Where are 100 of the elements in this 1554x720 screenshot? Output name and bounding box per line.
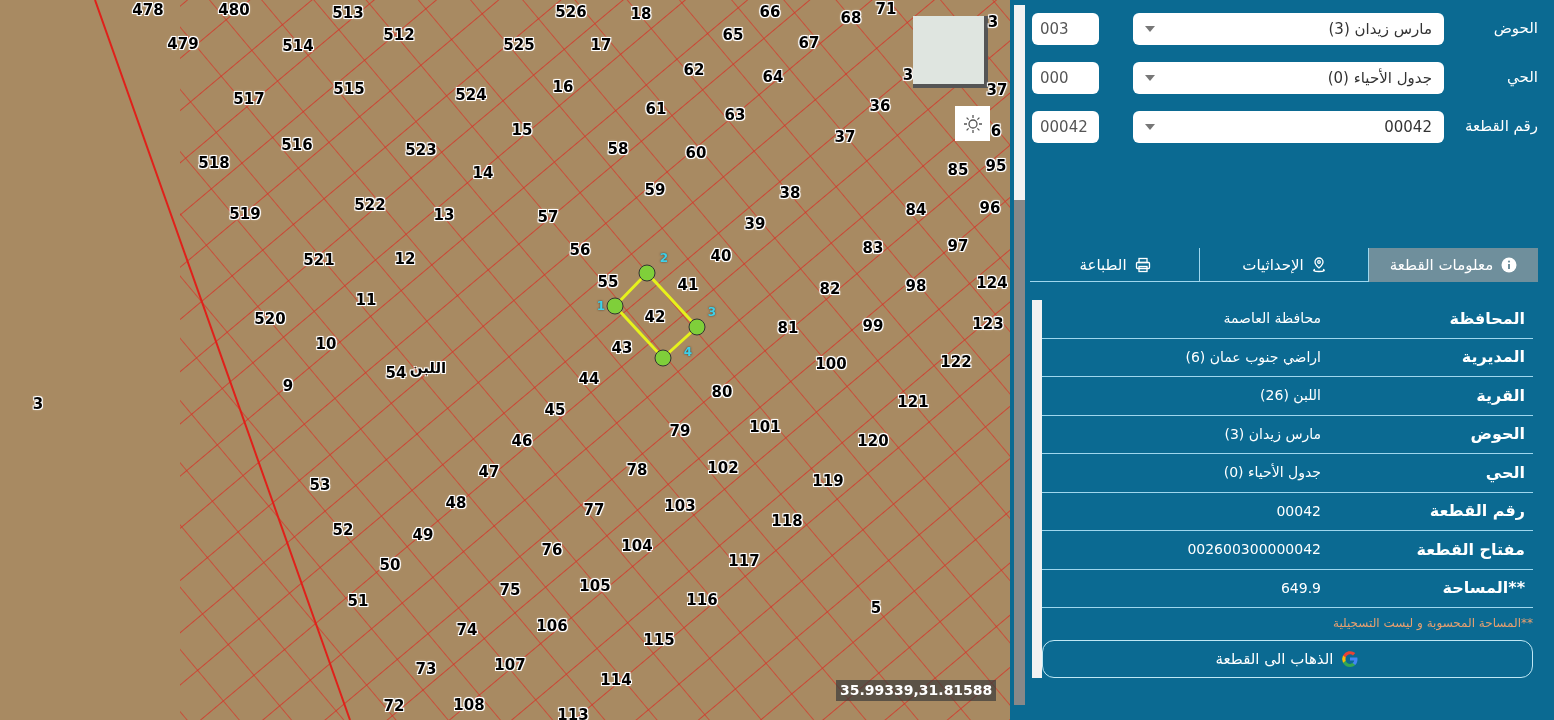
parcel-number: 97 <box>947 238 969 254</box>
vertex-number: 2 <box>659 252 669 264</box>
google-icon <box>1341 650 1360 668</box>
parcel-number: 12 <box>394 251 416 267</box>
tab[interactable]: الطباعة <box>1031 248 1200 282</box>
parcel-number: 46 <box>511 433 533 449</box>
parcel-number: 53 <box>309 477 331 493</box>
parcel-number: 63 <box>724 107 746 123</box>
parcel-number: 104 <box>621 538 653 554</box>
satellite-map[interactable] <box>0 0 1010 720</box>
parcel-number: 66 <box>759 4 781 20</box>
parcel-number: 84 <box>905 202 927 218</box>
parcel-number: 520 <box>254 311 286 327</box>
parcel-number: 105 <box>579 578 611 594</box>
parcel-number: 11 <box>355 292 377 308</box>
parcel-number: 54 <box>385 365 407 381</box>
parcel-number: 60 <box>685 145 707 161</box>
info-label: القرية <box>1475 384 1526 407</box>
scrollbar[interactable] <box>1014 5 1025 705</box>
parcel-number: 37 <box>834 129 856 145</box>
info-label: المديرية <box>1460 346 1526 369</box>
parcel-number: 71 <box>875 1 897 17</box>
info-label: **المساحة <box>1441 577 1526 600</box>
parcel-number: 17 <box>590 37 612 53</box>
parcel-number: 99 <box>862 318 884 334</box>
parcel-number: 49 <box>412 527 434 543</box>
dropdown[interactable]: جدول الأحياء (0) <box>1133 62 1444 94</box>
code-field[interactable]: 000 <box>1032 62 1100 94</box>
info-scrollbar[interactable] <box>1032 300 1042 678</box>
parcel-number: 3 <box>902 67 914 83</box>
parcel-number: 526 <box>555 4 587 20</box>
info-value: 649.9 <box>1280 578 1321 598</box>
parcel-number: 100 <box>815 356 847 372</box>
parcel-number: 523 <box>405 142 437 158</box>
parcel-number: 5 <box>870 600 882 616</box>
parcel-number: 41 <box>677 277 699 293</box>
parcel-number: 14 <box>472 165 494 181</box>
field-label: الحي <box>1506 67 1538 88</box>
parcel-number: 96 <box>979 200 1001 216</box>
parcel-number: 113 <box>557 707 589 720</box>
info-label: رقم القطعة <box>1428 500 1526 523</box>
parcel-number: 64 <box>762 69 784 85</box>
parcel-number: 101 <box>749 419 781 435</box>
parcel-number: 525 <box>503 37 535 53</box>
parcel-number: 43 <box>611 340 633 356</box>
parcel-number: 123 <box>972 316 1004 332</box>
parcel-number: 51 <box>347 593 369 609</box>
parcel-number: 42 <box>644 309 666 325</box>
parcel-number: 38 <box>779 185 801 201</box>
info-label: الحي <box>1484 461 1526 485</box>
area-note: **المساحة المحسوبة و ليست التسجيلية <box>1331 615 1533 632</box>
vertex-number: 4 <box>683 346 693 358</box>
parcel-number: 39 <box>744 216 766 232</box>
parcel-number: 512 <box>383 27 415 43</box>
parcel-number: 44 <box>578 371 600 387</box>
info-icon <box>1501 257 1518 273</box>
dropdown[interactable]: 00042 <box>1133 111 1444 143</box>
code-field[interactable]: 003 <box>1032 13 1100 45</box>
parcel-number: 115 <box>643 632 675 648</box>
parcel-number: 107 <box>494 657 526 673</box>
dropdown[interactable]: مارس زيدان (3) <box>1133 13 1444 45</box>
brightness-button[interactable] <box>955 106 990 141</box>
parcel-number: 479 <box>167 36 199 52</box>
parcel-number: 3 <box>987 14 999 30</box>
caret-icon <box>1145 75 1156 81</box>
parcel-number: 95 <box>985 158 1007 174</box>
parcel-number: 68 <box>840 10 862 26</box>
vertex-number: 1 <box>596 300 606 312</box>
parcel-number: 106 <box>536 618 568 634</box>
location-pin-icon <box>1311 257 1326 273</box>
parcel-number: 57 <box>537 209 559 225</box>
parcel-number: 9 <box>282 378 294 394</box>
tab[interactable]: الإحداثيات <box>1200 248 1369 282</box>
parcel-number: 114 <box>600 672 632 688</box>
parcel-number: 102 <box>707 460 739 476</box>
parcel-number: 480 <box>218 2 250 18</box>
info-value: اللبن (26) <box>1260 386 1321 406</box>
parcel-number: 513 <box>332 5 364 21</box>
parcel-number: اللبن <box>409 360 447 376</box>
basemap-thumbnail[interactable] <box>913 16 988 88</box>
parcel-number: 122 <box>940 354 972 370</box>
parcel-number: 108 <box>453 697 485 713</box>
parcel-number: 74 <box>456 622 478 638</box>
parcel-number: 72 <box>383 698 405 714</box>
parcel-number: 76 <box>541 542 563 558</box>
parcel-number: 10 <box>315 336 337 352</box>
parcel-number: 83 <box>862 240 884 256</box>
parcel-number: 47 <box>478 464 500 480</box>
parcel-number: 6 <box>990 123 1002 139</box>
parcel-number: 521 <box>303 252 335 268</box>
go-to-parcel-button[interactable]: الذهاب الى القطعة <box>1042 640 1533 678</box>
vertex-number: 3 <box>707 306 717 318</box>
parcel-number: 13 <box>433 207 455 223</box>
info-label: المحافظة <box>1448 307 1526 330</box>
code-field[interactable]: 00042 <box>1032 111 1100 143</box>
parcel-number: 85 <box>947 162 969 178</box>
field-label: رقم القطعة <box>1463 116 1538 137</box>
parcel-number: 50 <box>379 557 401 573</box>
parcel-number: 59 <box>644 182 666 198</box>
parcel-number: 514 <box>282 38 314 54</box>
